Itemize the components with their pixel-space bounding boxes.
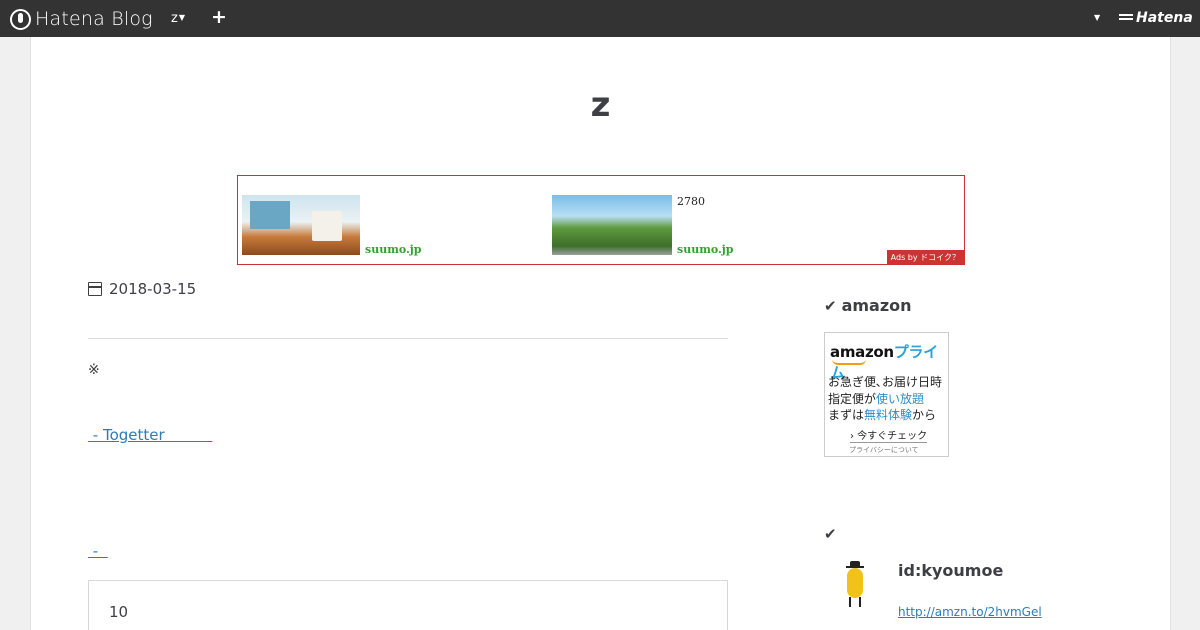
entry-date[interactable]: 2018-03-15 bbox=[88, 280, 196, 298]
ad-line-1: お急ぎ便､お届け日時 bbox=[828, 375, 943, 389]
ad-line-2-b: 使い放題 bbox=[876, 392, 925, 406]
ad-line-3-a: まずは bbox=[828, 408, 865, 422]
ad-source-1[interactable]: suumo.jp bbox=[365, 243, 421, 256]
sidebar-module-title-profile: ✔ bbox=[824, 525, 842, 543]
togetter-link[interactable]: - Togetter bbox=[88, 426, 212, 444]
ad-text-2[interactable]: 2780 bbox=[677, 195, 705, 208]
blog-container: z suumo.jp 2780 suumo.jp Ads by ドコイク？ 20… bbox=[30, 37, 1171, 630]
hatena-mark-icon bbox=[1119, 12, 1133, 24]
avatar-body bbox=[847, 568, 863, 598]
reference-mark: ※ bbox=[88, 362, 100, 378]
entry-divider bbox=[88, 338, 728, 339]
avatar[interactable] bbox=[841, 561, 869, 607]
blog-menu-label: z bbox=[171, 11, 178, 26]
entry-date-text: 2018-03-15 bbox=[109, 280, 197, 298]
blog-menu-button[interactable]: z▼ bbox=[171, 11, 185, 26]
sidebar-module-title-amazon: ✔ amazon bbox=[824, 296, 912, 315]
user-menu-caret-icon[interactable]: ▼ bbox=[1094, 13, 1100, 22]
profile-url-link[interactable]: http://amzn.to/2hvmGel bbox=[898, 605, 1042, 619]
logo-text: Hatena Blog bbox=[35, 8, 153, 30]
blog-title[interactable]: z bbox=[31, 85, 1170, 125]
global-header: Hatena Blog z▼ + ▼ Hatena bbox=[0, 0, 1200, 37]
privacy-link[interactable]: プライバシーについて bbox=[849, 445, 919, 455]
check-icon: ✔ bbox=[824, 525, 837, 543]
amazon-smile-icon bbox=[832, 359, 866, 365]
ad-line-2: 指定便が使い放題 bbox=[828, 390, 924, 407]
caret-down-icon: ▼ bbox=[178, 13, 185, 22]
add-entry-button[interactable]: + bbox=[211, 6, 227, 28]
ad-line-2-a: 指定便が bbox=[828, 392, 877, 406]
blockquote: 10 bbox=[88, 580, 728, 630]
hatena-blog-logo[interactable]: Hatena Blog bbox=[10, 7, 153, 31]
ad-line-3: まずは無料体験から bbox=[828, 406, 936, 423]
ad-source-2[interactable]: suumo.jp bbox=[677, 243, 733, 256]
amazon-prime-ad[interactable]: amazonプライム お急ぎ便､お届け日時 指定便が使い放題 まずは無料体験から… bbox=[824, 332, 949, 457]
hatena-brand-text: Hatena bbox=[1136, 10, 1193, 26]
calendar-icon bbox=[88, 282, 102, 296]
check-icon: ✔ bbox=[824, 296, 837, 315]
ad-image-trees[interactable] bbox=[552, 195, 672, 255]
hatena-brand-link[interactable]: Hatena bbox=[1119, 10, 1193, 26]
module-title-text: amazon bbox=[841, 296, 912, 315]
hatena-logo-icon bbox=[10, 8, 31, 30]
avatar-legs bbox=[849, 597, 861, 607]
ad-badge[interactable]: Ads by ドコイク？ bbox=[886, 250, 964, 264]
quote-text: 10 bbox=[109, 603, 129, 621]
ad-line-3-b: 無料体験 bbox=[864, 408, 913, 422]
entry-link[interactable]: - bbox=[88, 542, 108, 560]
ad-line-3-c: から bbox=[912, 408, 937, 422]
ad-image-interior[interactable] bbox=[242, 195, 360, 255]
check-now-button[interactable]: › 今すぐチェック bbox=[850, 427, 928, 443]
ad-banner[interactable]: suumo.jp 2780 suumo.jp Ads by ドコイク？ bbox=[237, 175, 965, 265]
profile-id-link[interactable]: id:kyoumoe bbox=[898, 561, 1003, 580]
